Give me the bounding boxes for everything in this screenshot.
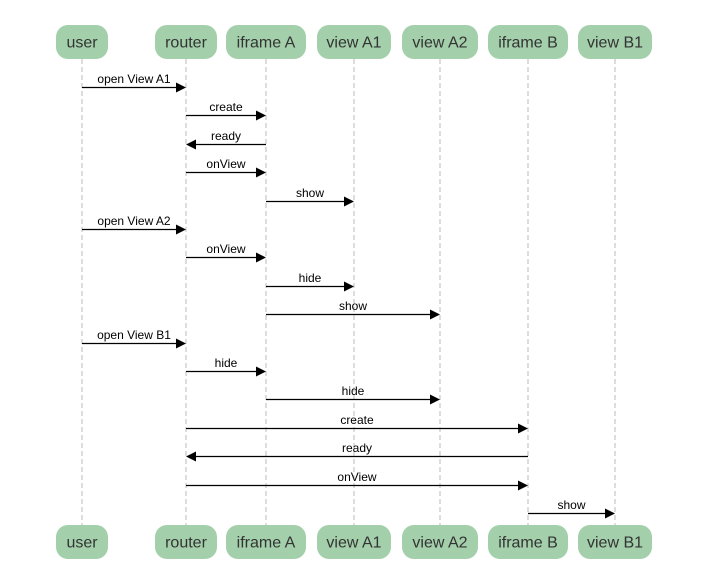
message: open View A1 (82, 72, 186, 93)
participant-label: iframe A (237, 35, 296, 52)
message-label: show (557, 498, 585, 512)
participant-label: user (66, 35, 98, 52)
message-label: onView (337, 470, 376, 484)
message: show (266, 186, 354, 207)
message: ready (186, 441, 528, 462)
message: hide (266, 271, 354, 292)
message-label: open View A1 (97, 72, 170, 86)
sequence-diagram: open View A1 create ready onView show open Vi… (56, 25, 652, 559)
message-label: onView (206, 242, 245, 256)
arrowhead-icon (256, 167, 266, 178)
message: hide (186, 356, 266, 377)
participant-bottom-router[interactable]: router (155, 525, 217, 559)
lifelines (81, 59, 616, 525)
arrowhead-icon (256, 110, 266, 121)
arrowhead-icon (176, 224, 186, 235)
participant-label: view A2 (412, 35, 467, 52)
participant-label: user (66, 535, 98, 552)
message: hide (266, 384, 440, 405)
arrowhead-icon (256, 366, 266, 377)
participant-top-viewA1[interactable]: view A1 (317, 25, 391, 59)
participant-bottom-viewA2[interactable]: view A2 (402, 525, 478, 559)
message: open View A2 (82, 214, 186, 235)
arrowhead-icon (176, 82, 186, 93)
arrowhead-icon (344, 196, 354, 207)
arrowhead-icon (176, 338, 186, 349)
arrowhead-icon (605, 508, 615, 519)
participants-top: user router iframe A view A1 view A2 iframe B… (56, 25, 652, 59)
participant-top-iframeA[interactable]: iframe A (226, 25, 306, 59)
message-label: show (296, 186, 324, 200)
message-label: ready (211, 129, 241, 143)
participant-top-iframeB[interactable]: iframe B (488, 25, 568, 59)
arrowhead-icon (186, 451, 196, 462)
message: ready (186, 129, 266, 150)
messages: open View A1 create ready onView show open Vi… (82, 72, 615, 519)
participant-top-viewB1[interactable]: view B1 (578, 25, 652, 59)
message-label: hide (299, 271, 322, 285)
participant-bottom-viewA1[interactable]: view A1 (317, 525, 391, 559)
participant-label: view A1 (326, 535, 381, 552)
message: onView (186, 242, 266, 263)
message-label: hide (342, 384, 365, 398)
message-label: create (209, 100, 243, 114)
arrowhead-icon (430, 394, 440, 405)
message-label: open View B1 (97, 328, 171, 342)
arrowhead-icon (518, 480, 528, 491)
message: onView (186, 470, 528, 491)
message: create (186, 413, 528, 434)
participant-bottom-viewB1[interactable]: view B1 (578, 525, 652, 559)
message: show (528, 498, 615, 519)
participant-label: view A2 (412, 535, 467, 552)
participant-top-router[interactable]: router (155, 25, 217, 59)
message: onView (186, 157, 266, 178)
arrowhead-icon (256, 252, 266, 263)
message: create (186, 100, 266, 121)
participant-top-user[interactable]: user (56, 25, 108, 59)
participants-bottom: user router iframe A view A1 view A2 iframe B… (56, 525, 652, 559)
participant-label: iframe B (498, 535, 558, 552)
participant-bottom-iframeB[interactable]: iframe B (488, 525, 568, 559)
message-label: show (339, 299, 367, 313)
message-label: hide (215, 356, 238, 370)
participant-label: view B1 (587, 535, 643, 552)
arrowhead-icon (518, 423, 528, 434)
message-label: onView (206, 157, 245, 171)
participant-label: view B1 (587, 35, 643, 52)
participant-bottom-user[interactable]: user (56, 525, 108, 559)
message-label: create (340, 413, 374, 427)
message-label: ready (342, 441, 372, 455)
participant-label: iframe B (498, 35, 558, 52)
participant-bottom-iframeA[interactable]: iframe A (226, 525, 306, 559)
arrowhead-icon (430, 309, 440, 320)
participant-top-viewA2[interactable]: view A2 (402, 25, 478, 59)
message-label: open View A2 (97, 214, 170, 228)
message: show (266, 299, 440, 320)
arrowhead-icon (186, 139, 196, 150)
message: open View B1 (82, 328, 186, 349)
participant-label: router (165, 535, 207, 552)
arrowhead-icon (344, 281, 354, 292)
participant-label: router (165, 35, 207, 52)
participant-label: view A1 (326, 35, 381, 52)
participant-label: iframe A (237, 535, 296, 552)
